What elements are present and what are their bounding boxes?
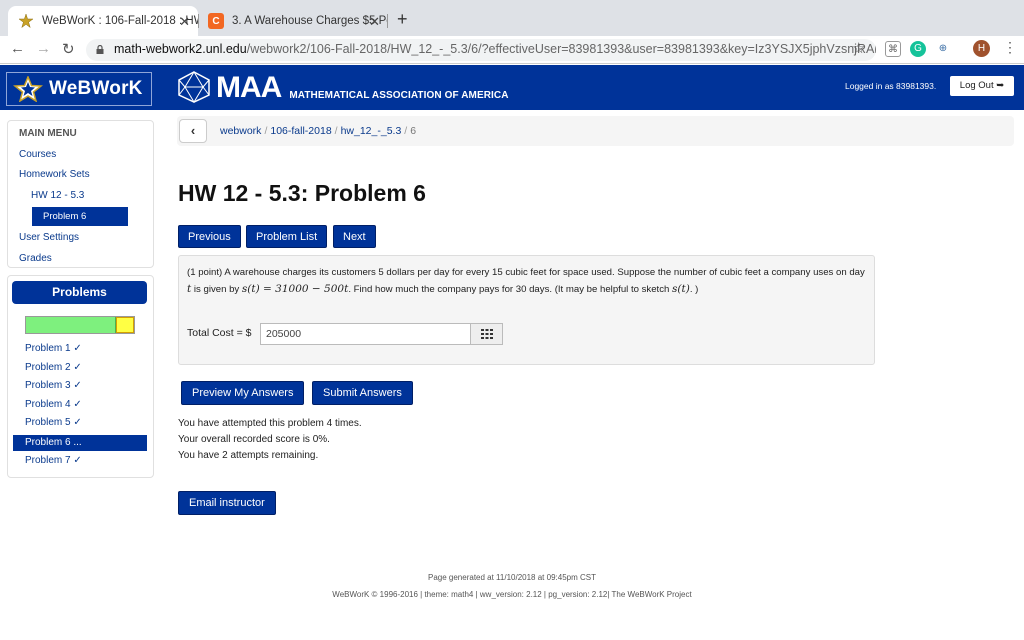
url-field[interactable]: math-webwork2.unl.edu/webwork2/106-Fall-… — [86, 39, 876, 61]
url-host: math-webwork2.unl.edu — [114, 42, 247, 56]
progress-complete — [26, 317, 116, 333]
lock-icon — [96, 45, 104, 54]
browser-menu-icon[interactable]: ⋮ — [1003, 39, 1017, 56]
maa-subtitle: MATHEMATICAL ASSOCIATION OF AMERICA — [289, 90, 509, 101]
breadcrumb: ‹ webwork/106-fall-2018/hw_12_-_5.3/6 — [177, 116, 1014, 146]
sidebar-item-homework-sets[interactable]: Homework Sets — [19, 169, 90, 180]
problem-link-current[interactable]: Problem 6 ... — [13, 435, 147, 451]
problem-link[interactable]: Problem 7 ✓ — [25, 455, 82, 466]
answer-label: Total Cost = $ — [187, 327, 252, 339]
sidebar-item-user-settings[interactable]: User Settings — [19, 232, 79, 243]
score-status: Your overall recorded score is 0%. — [178, 434, 330, 445]
math-formula-2: s(t) — [672, 283, 690, 295]
answer-input[interactable]: 205000 — [260, 323, 471, 345]
new-tab-icon[interactable]: + — [397, 9, 408, 30]
globe-extension-icon[interactable]: ⊕ — [935, 41, 951, 57]
footer-generated: Page generated at 11/10/2018 at 09:45pm … — [428, 573, 596, 582]
breadcrumb-course[interactable]: 106-fall-2018 — [270, 125, 331, 137]
problem-text: (1 point) A warehouse charges its custom… — [187, 265, 869, 298]
problem-text-1: (1 point) A warehouse charges its custom… — [187, 267, 865, 278]
translate-extension-icon[interactable]: ⌘ — [885, 41, 901, 57]
breadcrumb-set[interactable]: hw_12_-_5.3 — [341, 125, 402, 137]
logout-button[interactable]: Log Out ➥ — [950, 76, 1014, 96]
breadcrumb-current: 6 — [410, 125, 417, 137]
page-title: HW 12 - 5.3: Problem 6 — [178, 180, 426, 206]
browser-tab-bar: WeBWorK : 106-Fall-2018 : HW ✕ C 3. A Wa… — [0, 0, 1024, 36]
problem-link[interactable]: Problem 1 ✓ — [25, 343, 82, 354]
footer-credits: WeBWorK © 1996-2016 | theme: math4 | ww_… — [332, 590, 692, 599]
problem-link[interactable]: Problem 4 ✓ — [25, 399, 82, 410]
close-tab-icon[interactable]: ✕ — [369, 14, 380, 30]
webwork-logo-text: WeBWorK — [49, 78, 143, 99]
maa-logo: MAA MATHEMATICAL ASSOCIATION OF AMERICA — [176, 71, 509, 103]
breadcrumb-webwork[interactable]: webwork — [220, 125, 261, 137]
address-bar: ← → ↻ math-webwork2.unl.edu/webwork2/106… — [0, 36, 1024, 64]
webwork-favicon-icon — [18, 13, 34, 29]
sidebar-item-current-problem[interactable]: Problem 6 — [32, 207, 128, 226]
problem-text-3: . Find how much the company pays for 30 … — [348, 284, 670, 295]
sidebar-item-hw-set[interactable]: HW 12 - 5.3 — [31, 190, 84, 201]
logout-label: Log Out — [959, 80, 994, 91]
problem-link[interactable]: Problem 2 ✓ — [25, 362, 82, 373]
next-button[interactable]: Next — [333, 225, 376, 248]
webwork-star-icon — [13, 76, 43, 102]
back-arrow-icon[interactable]: ← — [10, 40, 25, 57]
url-path: /webwork2/106-Fall-2018/HW_12_-_5.3/6/?e… — [246, 42, 876, 56]
logout-icon: ➥ — [996, 80, 1005, 91]
math-var-t: t — [187, 283, 192, 295]
preview-answers-button[interactable]: Preview My Answers — [181, 381, 305, 405]
problem-box: (1 point) A warehouse charges its custom… — [178, 255, 875, 365]
breadcrumb-items: webwork/106-fall-2018/hw_12_-_5.3/6 — [220, 125, 417, 137]
main-menu-title: MAIN MENU — [19, 128, 77, 139]
email-instructor-button[interactable]: Email instructor — [178, 491, 276, 515]
tab-webwork[interactable]: WeBWorK : 106-Fall-2018 : HW ✕ — [8, 6, 198, 36]
tab-warehouse[interactable]: C 3. A Warehouse Charges $5 Pe ✕ — [198, 6, 388, 36]
problems-header: Problems — [12, 281, 147, 304]
tab-title: WeBWorK : 106-Fall-2018 : HW — [42, 15, 198, 27]
webwork-logo[interactable]: WeBWorK — [6, 72, 152, 106]
remaining-status: You have 2 attempts remaining. — [178, 450, 319, 461]
forward-arrow-icon[interactable]: → — [36, 40, 51, 57]
problem-link[interactable]: Problem 5 ✓ — [25, 417, 82, 428]
equation-editor-button[interactable] — [471, 323, 503, 345]
sidebar-item-grades[interactable]: Grades — [19, 253, 52, 264]
keypad-icon — [480, 329, 493, 339]
bookmark-star-icon[interactable]: ☆ — [852, 39, 865, 57]
close-tab-icon[interactable]: ✕ — [179, 14, 190, 30]
problems-panel: Problems Problem 1 ✓ Problem 2 ✓ Problem… — [7, 275, 154, 478]
tab-title: 3. A Warehouse Charges $5 Pe — [232, 15, 388, 27]
profile-avatar[interactable]: H — [973, 40, 990, 57]
maa-icosahedron-icon — [178, 71, 210, 103]
sidebar-item-courses[interactable]: Courses — [19, 149, 56, 160]
problem-text-2: is given by — [193, 284, 240, 295]
problem-text-4: . ) — [689, 284, 699, 295]
previous-button[interactable]: Previous — [178, 225, 241, 248]
attempts-status: You have attempted this problem 4 times. — [178, 418, 362, 429]
problem-link[interactable]: Problem 3 ✓ — [25, 380, 82, 391]
submit-answers-button[interactable]: Submit Answers — [312, 381, 413, 405]
math-formula: s(t) = 31000 − 500t — [241, 283, 349, 295]
progress-bar — [25, 316, 135, 334]
main-menu: MAIN MENU Courses Homework Sets HW 12 - … — [7, 120, 154, 268]
problem-list-button[interactable]: Problem List — [246, 225, 328, 248]
progress-partial — [116, 317, 134, 333]
grammarly-extension-icon[interactable]: G — [910, 41, 926, 57]
chegg-favicon-icon: C — [208, 13, 224, 29]
reload-icon[interactable]: ↻ — [62, 40, 75, 58]
maa-logo-text: MAA — [216, 71, 282, 104]
logged-in-text: Logged in as 83981393. — [845, 81, 937, 91]
back-chevron-icon[interactable]: ‹ — [179, 119, 207, 143]
